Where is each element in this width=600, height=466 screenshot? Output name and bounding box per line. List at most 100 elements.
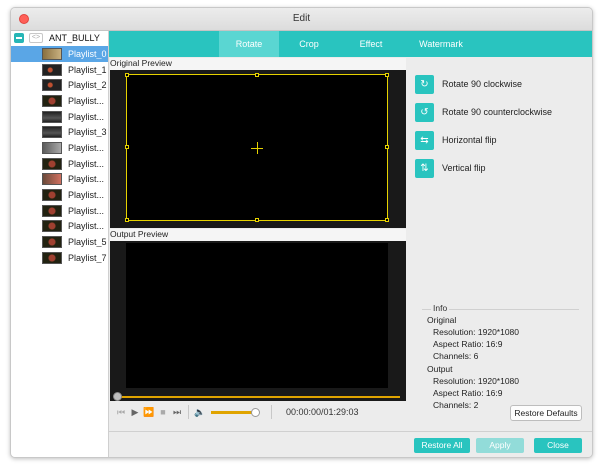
crop-handle[interactable] [385, 73, 389, 77]
edit-window: Edit <> ANT_BULLY Playlist_0 Playlist_1 … [10, 7, 593, 458]
divider [271, 405, 272, 419]
list-item[interactable]: Playlist... [11, 203, 108, 219]
project-name: ANT_BULLY [49, 33, 100, 43]
skip-forward-icon[interactable]: ⏭ [170, 407, 184, 418]
crop-handle[interactable] [255, 218, 259, 222]
crop-handle[interactable] [125, 73, 129, 77]
output-heading: Output [427, 364, 453, 374]
info-title: Info [431, 303, 450, 313]
tab-rotate[interactable]: Rotate [219, 31, 279, 57]
tab-watermark[interactable]: Watermark [401, 31, 481, 57]
skip-back-icon[interactable]: ⏮ [114, 407, 128, 418]
vertical-flip-icon: ⇅ [415, 158, 434, 178]
restore-all-button[interactable]: Restore All [414, 438, 470, 453]
original-preview-label: Original Preview [110, 58, 406, 70]
vertical-flip-button[interactable]: ⇅ Vertical flip [415, 158, 486, 178]
output-aspect: Aspect Ratio: 16:9 [433, 388, 503, 398]
seek-bar[interactable] [116, 396, 400, 398]
thumbnail [42, 63, 62, 76]
rotate-counterclockwise-icon: ↺ [415, 102, 434, 122]
original-aspect: Aspect Ratio: 16:9 [433, 339, 503, 349]
thumbnail [42, 173, 62, 186]
horizontal-flip-icon: ⇆ [415, 130, 434, 150]
list-item[interactable]: Playlist_1 [11, 62, 108, 78]
crop-handle[interactable] [385, 145, 389, 149]
action-label: Vertical flip [442, 163, 486, 173]
output-video [126, 243, 388, 388]
thumbnail [42, 47, 62, 60]
list-item[interactable]: Playlist_2 [11, 77, 108, 93]
list-item-label: Playlist... [68, 142, 105, 153]
tab-crop[interactable]: Crop [279, 31, 339, 57]
volume-knob[interactable] [251, 407, 260, 417]
list-item[interactable]: Playlist... [11, 219, 108, 235]
list-item-label: Playlist... [68, 158, 105, 169]
original-channels: Channels: 6 [433, 351, 479, 361]
thumbnail [42, 251, 62, 264]
crop-handle[interactable] [125, 145, 129, 149]
crop-handle[interactable] [255, 73, 259, 77]
crop-frame[interactable] [125, 73, 389, 222]
list-item-label: Playlist... [68, 221, 105, 232]
thumbnail [42, 126, 62, 139]
original-resolution: Resolution: 1920*1080 [433, 327, 520, 337]
fast-forward-icon[interactable]: ⏩ [142, 407, 156, 418]
crosshair-icon [257, 142, 258, 154]
list-item[interactable]: Playlist_3 [11, 124, 108, 140]
player-controls: ⏮ ▶ ⏩ ■ ⏭ 🔈 00:00:00/01:29:03 [110, 403, 406, 421]
list-item-label: Playlist_2 [68, 80, 107, 91]
crop-handle[interactable] [385, 218, 389, 222]
list-item-label: Playlist... [68, 190, 105, 201]
seek-knob[interactable] [113, 392, 122, 401]
list-item[interactable]: Playlist... [11, 187, 108, 203]
list-item[interactable]: Playlist_5 [11, 234, 108, 250]
apply-button[interactable]: Apply [476, 438, 524, 453]
thumbnail [42, 220, 62, 233]
volume-icon[interactable]: 🔈 [193, 407, 207, 418]
edit-tab-bar: Rotate Crop Effect Watermark [109, 31, 592, 57]
list-item-label: Playlist... [68, 174, 105, 185]
list-item-label: Playlist_1 [68, 64, 107, 75]
output-preview [110, 241, 406, 401]
thumbnail [42, 204, 62, 217]
list-item-label: Playlist... [68, 205, 105, 216]
title-bar: Edit [11, 8, 592, 31]
crop-handle[interactable] [125, 218, 129, 222]
list-item[interactable]: Playlist... [11, 109, 108, 125]
volume-fill [211, 410, 255, 414]
thumbnail [42, 110, 62, 123]
time-readout: 00:00:00/01:29:03 [286, 407, 359, 417]
rotate-clockwise-button[interactable]: ↻ Rotate 90 clockwise [415, 74, 522, 94]
project-row[interactable]: <> ANT_BULLY [11, 31, 108, 45]
playlist-list: Playlist_0 Playlist_1 Playlist_2 Playlis… [11, 46, 108, 266]
list-item[interactable]: Playlist... [11, 140, 108, 156]
thumbnail [42, 94, 62, 107]
thumbnail [42, 141, 62, 154]
divider [188, 405, 189, 419]
list-item[interactable]: Playlist_7 [11, 250, 108, 266]
output-preview-label: Output Preview [110, 229, 406, 241]
volume-slider[interactable] [211, 407, 260, 417]
list-item-label: Playlist_3 [68, 127, 107, 138]
list-item[interactable]: Playlist... [11, 93, 108, 109]
rotate-clockwise-icon: ↻ [415, 74, 434, 94]
playlist-sidebar: <> ANT_BULLY Playlist_0 Playlist_1 Playl… [11, 31, 109, 457]
eye-icon[interactable]: <> [29, 33, 43, 43]
list-item[interactable]: Playlist... [11, 156, 108, 172]
list-item[interactable]: Playlist... [11, 172, 108, 188]
info-panel: Info Original Resolution: 1920*1080 Aspe… [409, 303, 591, 413]
close-button[interactable]: Close [534, 438, 582, 453]
horizontal-flip-button[interactable]: ⇆ Horizontal flip [415, 130, 497, 150]
list-item-label: Playlist... [68, 111, 105, 122]
output-resolution: Resolution: 1920*1080 [433, 376, 520, 386]
list-item[interactable]: Playlist_0 [11, 46, 108, 62]
list-item-label: Playlist_7 [68, 252, 107, 263]
restore-defaults-button[interactable]: Restore Defaults [510, 405, 582, 421]
play-icon[interactable]: ▶ [128, 407, 142, 418]
original-heading: Original [427, 315, 457, 325]
tab-effect[interactable]: Effect [341, 31, 401, 57]
project-checkbox[interactable] [14, 33, 24, 43]
original-preview [110, 70, 406, 228]
stop-icon[interactable]: ■ [156, 407, 170, 417]
rotate-counterclockwise-button[interactable]: ↺ Rotate 90 counterclockwise [415, 102, 552, 122]
